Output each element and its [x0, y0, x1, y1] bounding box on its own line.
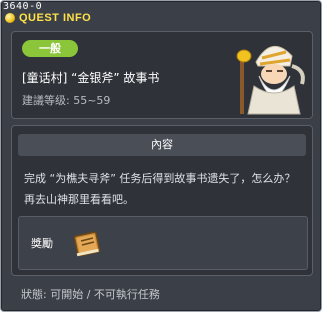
window-title-bar[interactable]: QUEST INFO — [5, 10, 91, 26]
quest-description: 完成 “为樵夫寻斧” 任务后得到故事书遗失了，怎么办？再去山神那里看看吧。 — [24, 172, 296, 206]
quest-level: 建議等级: 55~59 — [22, 92, 110, 108]
old-mountain-god-icon — [234, 36, 310, 116]
category-badge: 一般 — [22, 40, 78, 57]
quest-status: 狀態: 可開始 / 不可執行任務 — [21, 286, 160, 302]
storybook-icon[interactable] — [69, 225, 105, 261]
reward-box: 獎勵 — [18, 216, 308, 270]
level-range: 55~59 — [73, 94, 111, 107]
quest-coin-icon — [5, 13, 15, 23]
level-label: 建議等级: — [22, 94, 70, 107]
window-title: QUEST INFO — [19, 12, 92, 24]
quest-info-window: 3640-0 QUEST INFO 一般 [童话村] “金银斧” 故事书 建議等… — [0, 0, 322, 312]
status-label: 狀態: — [21, 288, 47, 301]
status-value: 可開始 / 不可執行任務 — [50, 288, 160, 301]
quest-header-panel: 一般 [童话村] “金银斧” 故事书 建議等级: 55~59 — [11, 31, 313, 119]
content-section-title: 內容 — [18, 134, 306, 156]
reward-label: 獎勵 — [31, 237, 53, 250]
quest-content-panel: 內容 完成 “为樵夫寻斧” 任务后得到故事书遗失了，怎么办？再去山神那里看看吧。… — [11, 125, 313, 276]
quest-name: [童话村] “金银斧” 故事书 — [22, 71, 160, 85]
